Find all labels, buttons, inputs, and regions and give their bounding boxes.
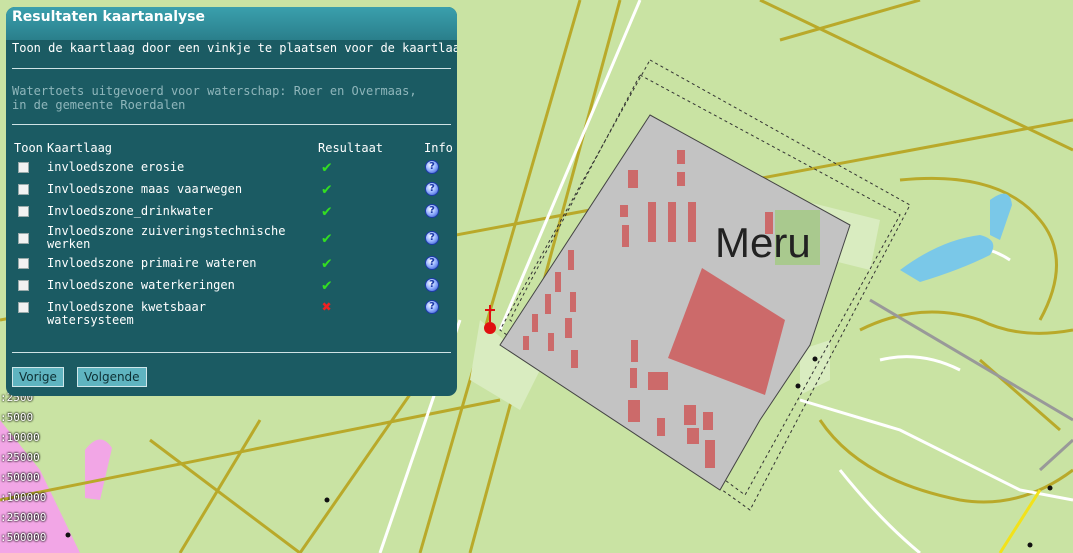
layer-checkbox[interactable] [18, 280, 29, 291]
analysis-info-line: Watertoets uitgevoerd voor waterschap: R… [12, 84, 417, 98]
info-icon[interactable]: ? [425, 278, 439, 292]
layer-checkbox[interactable] [18, 184, 29, 195]
scale-label[interactable]: :50000 [0, 468, 46, 488]
layer-checkbox[interactable] [18, 258, 29, 269]
layer-label: Invloedszone maas vaarwegen [47, 182, 243, 196]
previous-button[interactable]: Vorige [12, 367, 64, 387]
info-icon[interactable]: ? [425, 160, 439, 174]
header-info: Info [424, 141, 453, 155]
layer-label: Invloedszone kwetsbaar watersysteem [47, 300, 206, 327]
layer-checkbox[interactable] [18, 233, 29, 244]
layer-checkbox[interactable] [18, 206, 29, 217]
result-ok-icon: ✔ [322, 228, 332, 247]
analysis-info-line: in de gemeente Roerdalen [12, 98, 186, 112]
divider [12, 68, 451, 69]
scale-label[interactable]: :100000 [0, 488, 46, 508]
place-label: Meru [715, 219, 811, 266]
layer-label: Invloedszone waterkeringen [47, 278, 235, 292]
layer-label: Invloedszone_drinkwater [47, 204, 214, 218]
layer-checkbox[interactable] [18, 302, 29, 313]
divider [12, 352, 451, 353]
result-ok-icon: ✔ [322, 253, 332, 272]
layer-checkbox[interactable] [18, 162, 29, 173]
scale-list: :2500 :5000 :10000 :25000 :50000 :100000… [0, 388, 46, 548]
results-panel: Resultaten kaartanalyse Toon de kaartlaa… [6, 7, 457, 396]
header-toon: Toon [14, 141, 43, 155]
info-icon[interactable]: ? [425, 204, 439, 218]
info-icon[interactable]: ? [425, 231, 439, 245]
info-icon[interactable]: ? [425, 300, 439, 314]
layer-label: Invloedszone zuiveringstechnische werken [47, 224, 286, 251]
panel-instruction: Toon de kaartlaag door een vinkje te pla… [12, 41, 457, 55]
scale-label[interactable]: :10000 [0, 428, 46, 448]
header-resultaat: Resultaat [318, 141, 384, 155]
layer-label: Invloedszone primaire wateren [47, 256, 257, 270]
layer-label: invloedszone erosie [47, 160, 185, 174]
scale-label[interactable]: :5000 [0, 408, 46, 428]
info-icon[interactable]: ? [425, 256, 439, 270]
analysis-info: Watertoets uitgevoerd voor waterschap: R… [12, 84, 417, 112]
result-ok-icon: ✔ [322, 179, 332, 198]
result-ok-icon: ✔ [322, 275, 332, 294]
scale-label[interactable]: :250000 [0, 508, 46, 528]
scale-label[interactable]: :25000 [0, 448, 46, 468]
scale-label[interactable]: :500000 [0, 528, 46, 548]
panel-title: Resultaten kaartanalyse [12, 9, 205, 25]
header-kaartlaag: Kaartlaag [47, 141, 113, 155]
next-button[interactable]: Volgende [77, 367, 147, 387]
panel-header: Resultaten kaartanalyse [6, 7, 457, 40]
result-fail-icon: ✖ [322, 297, 332, 316]
divider [12, 124, 451, 125]
result-ok-icon: ✔ [322, 201, 332, 220]
result-ok-icon: ✔ [322, 157, 332, 176]
info-icon[interactable]: ? [425, 182, 439, 196]
